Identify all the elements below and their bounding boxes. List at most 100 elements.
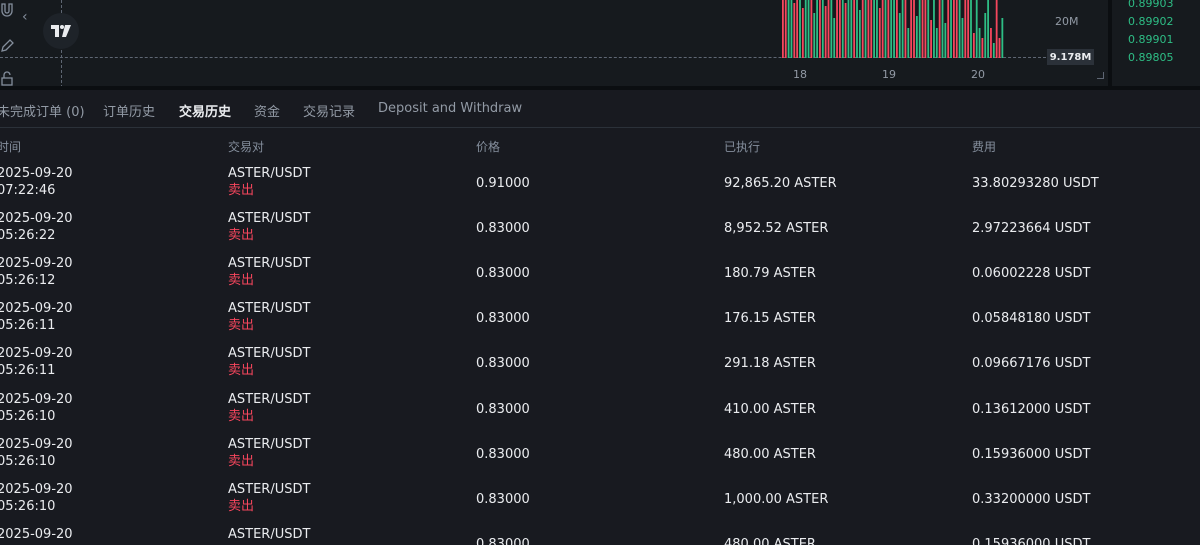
- trade-fee: 0.05848180 USDT: [972, 311, 1091, 326]
- price-chart[interactable]: ‹ 20M 9.178M 18 19 20 0.89903 0.89902 0.…: [0, 0, 1200, 90]
- volume-bar: [947, 0, 950, 58]
- trade-price: 0.83000: [476, 356, 530, 371]
- trade-time: 05:26:10: [0, 499, 56, 514]
- volume-bar: [876, 0, 878, 58]
- table-row: 2025-09-20 05:26:10 ASTER/USDT 卖出 0.83000 1,0…: [0, 481, 1200, 526]
- trade-fee: 33.80293280 USDT: [972, 176, 1099, 191]
- volume-bar: [941, 0, 944, 58]
- volume-bar: [921, 0, 924, 58]
- trade-fee: 0.13612000 USDT: [972, 402, 1091, 417]
- trade-time-cell: 2025-09-20 05:26:12: [0, 255, 73, 289]
- volume-bar: [898, 13, 901, 58]
- trade-price: 0.83000: [476, 311, 530, 326]
- volume-axis-label: 20M: [1055, 15, 1079, 28]
- volume-bar: [793, 3, 796, 58]
- tradingview-logo-icon[interactable]: [43, 13, 79, 49]
- trade-pair[interactable]: ASTER/USDT: [228, 481, 310, 498]
- volume-bar: [864, 0, 867, 58]
- orderbook-price[interactable]: 0.89902: [1128, 13, 1200, 31]
- trade-price: 0.91000: [476, 176, 530, 191]
- trade-date: 2025-09-20: [0, 301, 73, 316]
- column-header-fee: 费用: [972, 140, 997, 154]
- trade-pair-cell: ASTER/USDT 卖出: [228, 481, 310, 515]
- volume-bar: [998, 38, 1001, 58]
- trade-time-cell: 2025-09-20 05:26:11: [0, 300, 73, 334]
- trade-side: 卖出: [228, 183, 255, 198]
- trade-pair-cell: ASTER/USDT: [228, 526, 310, 543]
- trade-executed: 176.15 ASTER: [724, 311, 816, 326]
- volume-bar: [799, 0, 801, 58]
- trade-time: 05:26:12: [0, 273, 56, 288]
- column-header-price: 价格: [476, 140, 501, 154]
- volume-bar: [992, 43, 995, 58]
- table-row: 2025-09-20 05:26:12 ASTER/USDT 卖出 0.83000 180…: [0, 255, 1200, 300]
- tab-transaction-records[interactable]: 交易记录: [303, 101, 355, 120]
- volume-bar: [819, 0, 821, 58]
- trade-date: 2025-09-20: [0, 527, 73, 542]
- volume-bar: [858, 10, 861, 58]
- trade-time-cell: 2025-09-20 07:22:46: [0, 165, 73, 199]
- tab-open-orders[interactable]: 未完成订单 (0): [0, 101, 85, 120]
- orderbook-price[interactable]: 0.89805: [1128, 49, 1200, 67]
- orderbook-price[interactable]: 0.89903: [1128, 0, 1200, 13]
- volume-bar: [890, 0, 893, 58]
- trade-date: 2025-09-20: [0, 256, 73, 271]
- volume-bar: [827, 0, 830, 58]
- trade-pair-cell: ASTER/USDT 卖出: [228, 391, 310, 425]
- volume-bar: [990, 28, 992, 58]
- volume-bar: [893, 0, 895, 58]
- volume-bar: [927, 0, 930, 58]
- chevron-left-icon[interactable]: ‹: [22, 9, 28, 25]
- orderbook-price[interactable]: 0.89901: [1128, 31, 1200, 49]
- magnet-icon[interactable]: [0, 2, 14, 18]
- volume-bar: [967, 0, 970, 58]
- trade-pair-cell: ASTER/USDT 卖出: [228, 210, 310, 244]
- trade-pair[interactable]: ASTER/USDT: [228, 345, 310, 362]
- date-label-19: 19: [882, 68, 896, 81]
- trade-pair[interactable]: ASTER/USDT: [228, 165, 310, 182]
- trade-time-cell: 2025-09-20 05:26:22: [0, 210, 73, 244]
- trade-pair[interactable]: ASTER/USDT: [228, 436, 310, 453]
- volume-bar: [955, 0, 958, 58]
- orderbook-prices: 0.89903 0.89902 0.89901 0.89805: [1128, 0, 1200, 67]
- volume-bar: [904, 0, 907, 58]
- trade-executed: 410.00 ASTER: [724, 402, 816, 417]
- trade-pair[interactable]: ASTER/USDT: [228, 391, 310, 408]
- volume-bar: [978, 28, 981, 58]
- trade-date: 2025-09-20: [0, 392, 73, 407]
- column-header-pair: 交易对: [228, 140, 265, 154]
- trade-executed: 1,000.00 ASTER: [724, 492, 829, 507]
- volume-bar: [938, 0, 941, 58]
- volume-bar: [821, 0, 824, 58]
- trade-price: 0.83000: [476, 447, 530, 462]
- volume-bar: [930, 20, 932, 58]
- volume-bar: [810, 0, 813, 58]
- trading-page: ‹ 20M 9.178M 18 19 20 0.89903 0.89902 0.…: [0, 0, 1200, 545]
- tab-trade-history[interactable]: 交易历史: [179, 101, 231, 120]
- trade-fee: 0.09667176 USDT: [972, 356, 1091, 371]
- trade-side: 卖出: [228, 409, 255, 424]
- tab-deposit-withdraw[interactable]: Deposit and Withdraw: [378, 101, 522, 116]
- resize-handle[interactable]: [1097, 72, 1104, 79]
- volume-bar: [953, 0, 955, 58]
- volume-bar: [839, 0, 841, 58]
- volume-bar: [861, 0, 864, 58]
- volume-bar: [816, 0, 818, 58]
- volume-bar: [958, 0, 961, 58]
- trade-pair[interactable]: ASTER/USDT: [228, 300, 310, 317]
- trade-pair[interactable]: ASTER/USDT: [228, 255, 310, 272]
- tab-order-history[interactable]: 订单历史: [103, 101, 155, 120]
- pencil-icon[interactable]: [0, 37, 14, 53]
- trade-fee: 2.97223664 USDT: [972, 221, 1091, 236]
- trade-price: 0.83000: [476, 537, 530, 545]
- volume-bar: [801, 8, 804, 58]
- volume-bar: [841, 0, 844, 58]
- trade-date: 2025-09-20: [0, 211, 73, 226]
- tab-funds[interactable]: 资金: [254, 101, 280, 120]
- date-label-20: 20: [971, 68, 985, 81]
- table-row: 2025-09-20 05:26:10 ASTER/USDT 卖出 0.83000 410…: [0, 391, 1200, 436]
- lock-icon[interactable]: [0, 70, 14, 86]
- volume-bar: [884, 0, 887, 58]
- trade-pair[interactable]: ASTER/USDT: [228, 210, 310, 227]
- trade-pair[interactable]: ASTER/USDT: [228, 526, 310, 543]
